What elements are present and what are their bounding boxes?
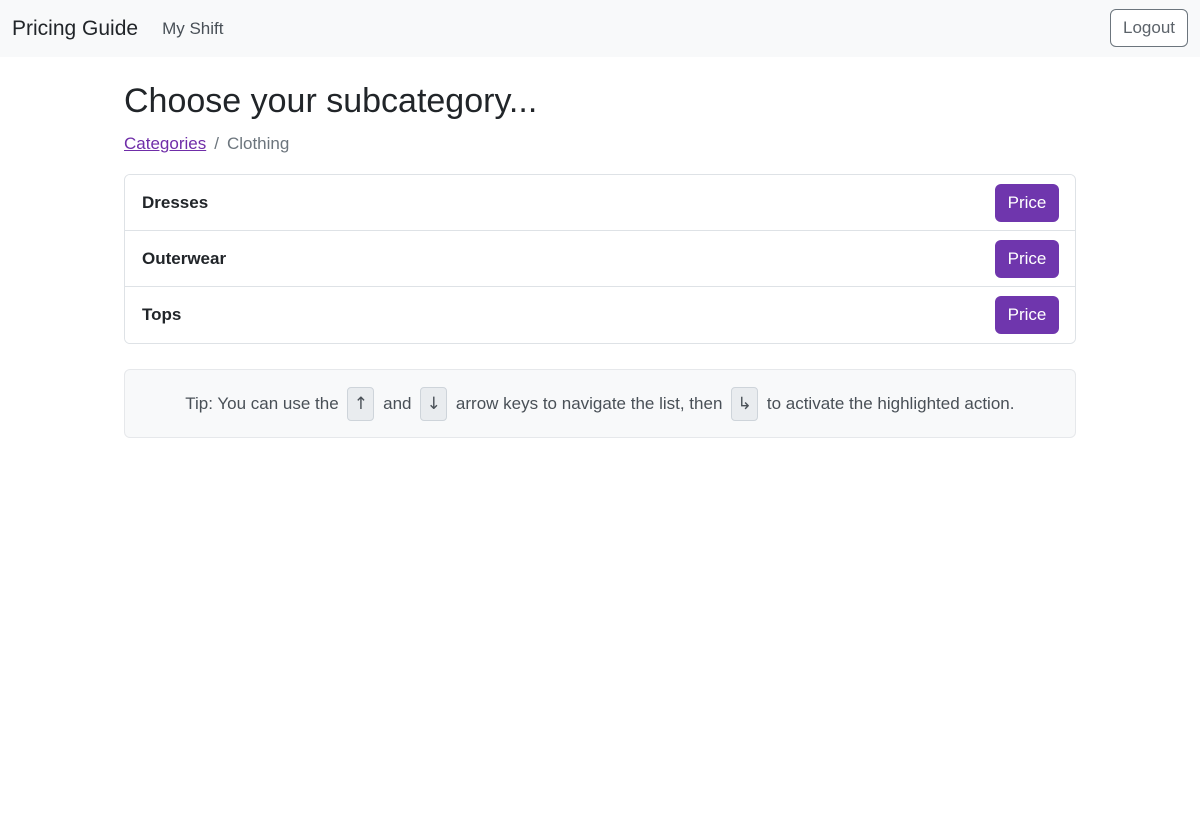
subcategory-name: Dresses — [142, 192, 209, 212]
list-item-tops: Tops Price — [125, 287, 1075, 343]
tip-text-4: to activate the highlighted action. — [762, 393, 1020, 413]
list-item-outerwear: Outerwear Price — [125, 231, 1075, 287]
tip-text-3: arrow keys to navigate the list, then — [451, 393, 728, 413]
brand-link[interactable]: Pricing Guide — [12, 17, 138, 41]
page-title: Choose your subcategory... — [124, 82, 538, 120]
keyboard-tip: Tip: You can use the ↑ and ↓ arrow keys … — [124, 369, 1076, 438]
breadcrumb-separator: / — [214, 134, 219, 153]
breadcrumb-categories-link[interactable]: Categories — [124, 131, 206, 157]
arrow-up-key-icon: ↑ — [347, 386, 375, 421]
nav-link-my-shift[interactable]: My Shift — [162, 19, 223, 39]
list-item-dresses: Dresses Price — [125, 175, 1075, 231]
subcategory-name: Tops — [142, 305, 182, 324]
arrow-down-key-icon: ↓ — [420, 386, 448, 421]
logout-button[interactable]: Logout — [1110, 9, 1188, 47]
breadcrumb: Categories / Clothing — [124, 131, 1076, 157]
enter-key-icon: ↳ — [731, 386, 759, 421]
breadcrumb-current: Clothing — [226, 134, 290, 153]
subcategory-list: Dresses Price Outerwear Price Tops Price — [124, 174, 1076, 344]
price-button-tops[interactable]: Price — [995, 296, 1059, 334]
tip-text-2: and — [378, 393, 417, 413]
subcategory-name: Outerwear — [142, 248, 227, 268]
top-navbar: Pricing Guide My Shift Logout — [0, 0, 1200, 57]
tip-text-1: Tip: You can use the — [180, 393, 344, 413]
price-button-dresses[interactable]: Price — [995, 183, 1059, 222]
main-content: Choose your subcategory... Categories / … — [124, 57, 1076, 438]
price-button-outerwear[interactable]: Price — [995, 239, 1059, 278]
